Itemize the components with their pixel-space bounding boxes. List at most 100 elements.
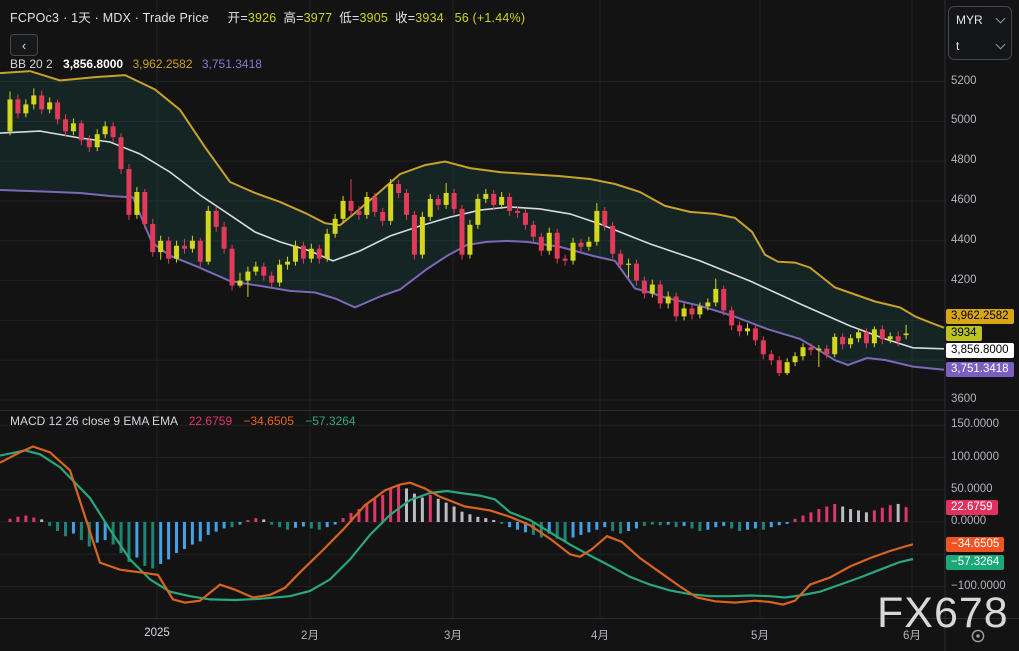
candle-body [300, 245, 306, 259]
currency-unit-selector: MYR t [948, 6, 1012, 60]
bb-indicator-row[interactable]: BB 20 2 3,856.8000 3,962.2582 3,751.3418 [10, 57, 262, 71]
candle-body [348, 200, 354, 211]
macd-histogram-bar [397, 484, 401, 522]
macd-histogram-bar [738, 522, 742, 532]
candle-body [332, 218, 338, 234]
macd-histogram-bar [175, 522, 179, 553]
candle-body [562, 258, 568, 261]
macd-histogram-bar [658, 522, 662, 526]
candle-body [768, 354, 774, 361]
candle-body [744, 328, 750, 332]
price-chart-canvas[interactable] [0, 0, 1019, 651]
macd-value-badge: −34.6505 [946, 537, 1005, 552]
macd-histogram-bar [619, 522, 623, 534]
macd-histogram-bar [24, 515, 28, 522]
macd-histogram-bar [849, 509, 853, 522]
macd-histogram-bar [159, 522, 163, 564]
time-tick-label: 6月 [903, 630, 921, 642]
candle-body [515, 210, 521, 213]
time-tick-label: 2025 [144, 627, 170, 639]
candle-body [118, 137, 124, 170]
macd-histogram-bar [500, 522, 504, 524]
candle-body [292, 245, 298, 262]
price-tick-label: 5000 [951, 114, 977, 127]
candle-body [213, 210, 219, 227]
candle-body [856, 332, 862, 339]
candle-body [546, 232, 552, 251]
candle-body [221, 226, 227, 249]
candle-body [499, 196, 505, 205]
candle-body [47, 102, 53, 110]
macd-histogram-bar [539, 522, 543, 538]
macd-histogram-bar [595, 522, 599, 530]
macd-histogram-bar [730, 522, 734, 529]
symbol-header[interactable]: FCPOc3 · 1天 · MDX · Trade Price 开=3926 高=3… [10, 7, 525, 26]
unit-dropdown[interactable]: t [949, 33, 1011, 59]
macd-histogram-bar [8, 518, 12, 522]
candle-body [824, 348, 830, 355]
candle-body [800, 347, 806, 357]
macd-value-badge: 22.6759 [946, 500, 998, 515]
macd-histogram-bar [389, 488, 393, 522]
price-badge: 3,962.2582 [946, 309, 1014, 324]
symbol-meta: · 1天 · MDX · Trade Price [63, 11, 209, 25]
macd-indicator-row[interactable]: MACD 12 26 close 9 EMA EMA 22.6759 −34.6… [10, 414, 356, 428]
macd-histogram-bar [325, 522, 329, 528]
candle-body [78, 123, 84, 141]
candle-body [522, 212, 528, 225]
macd-histogram-bar [642, 522, 646, 526]
symbol-name: FCPOc3 [10, 11, 60, 25]
candle-body [705, 302, 711, 307]
currency-dropdown[interactable]: MYR [949, 7, 1011, 33]
candle-body [372, 196, 378, 212]
candle-body [253, 266, 259, 272]
macd-signal-value: −34.6505 [243, 414, 294, 428]
back-button[interactable]: ‹ [10, 34, 38, 56]
candle-body [419, 216, 425, 255]
candle-body [427, 198, 433, 217]
candle-body [641, 280, 647, 294]
candle-body [618, 253, 624, 265]
unit-value: t [956, 39, 960, 53]
candle-body [689, 308, 695, 315]
candle-body [903, 333, 909, 336]
candle-body [158, 240, 164, 253]
macd-histogram-bar [888, 505, 892, 522]
macd-tick-label: 0.0000 [951, 515, 987, 527]
macd-histogram-bar [809, 512, 813, 522]
candle-body [166, 240, 172, 259]
macd-histogram-bar [896, 503, 900, 522]
candle-body [142, 191, 148, 225]
candle-body [261, 266, 267, 276]
candle-body [388, 184, 394, 221]
macd-histogram-bar [745, 522, 749, 530]
candle-body [491, 193, 497, 205]
candle-body [737, 325, 743, 332]
macd-histogram-bar [706, 522, 710, 530]
bb-lower-value: 3,751.3418 [201, 57, 262, 71]
macd-histogram-bar [381, 494, 385, 522]
ohlc-pair: 高=3977 [283, 11, 333, 25]
macd-histogram-bar [293, 522, 297, 528]
time-tick-label: 5月 [751, 630, 769, 642]
macd-histogram-bar [563, 522, 567, 542]
macd-title: MACD 12 26 close 9 EMA EMA [10, 414, 178, 428]
visibility-icon[interactable] [969, 628, 987, 644]
macd-histogram-bar [579, 522, 583, 535]
macd-histogram-bar [254, 518, 258, 522]
time-tick-label: 2月 [301, 630, 319, 642]
candle-body [31, 95, 37, 105]
macd-histogram-bar [270, 522, 274, 525]
price-badge: 3,856.8000 [946, 343, 1014, 358]
candle-body [308, 248, 314, 259]
macd-histogram-bar [714, 522, 718, 528]
candle-body [316, 248, 322, 259]
macd-histogram-bar [492, 520, 496, 522]
macd-histogram-bar [785, 522, 789, 524]
macd-histogram-bar [333, 522, 337, 525]
candle-body [324, 233, 330, 259]
candle-body [483, 193, 489, 199]
candle-body [578, 242, 584, 247]
candle-body [70, 123, 76, 132]
macd-histogram-bar [769, 522, 773, 528]
